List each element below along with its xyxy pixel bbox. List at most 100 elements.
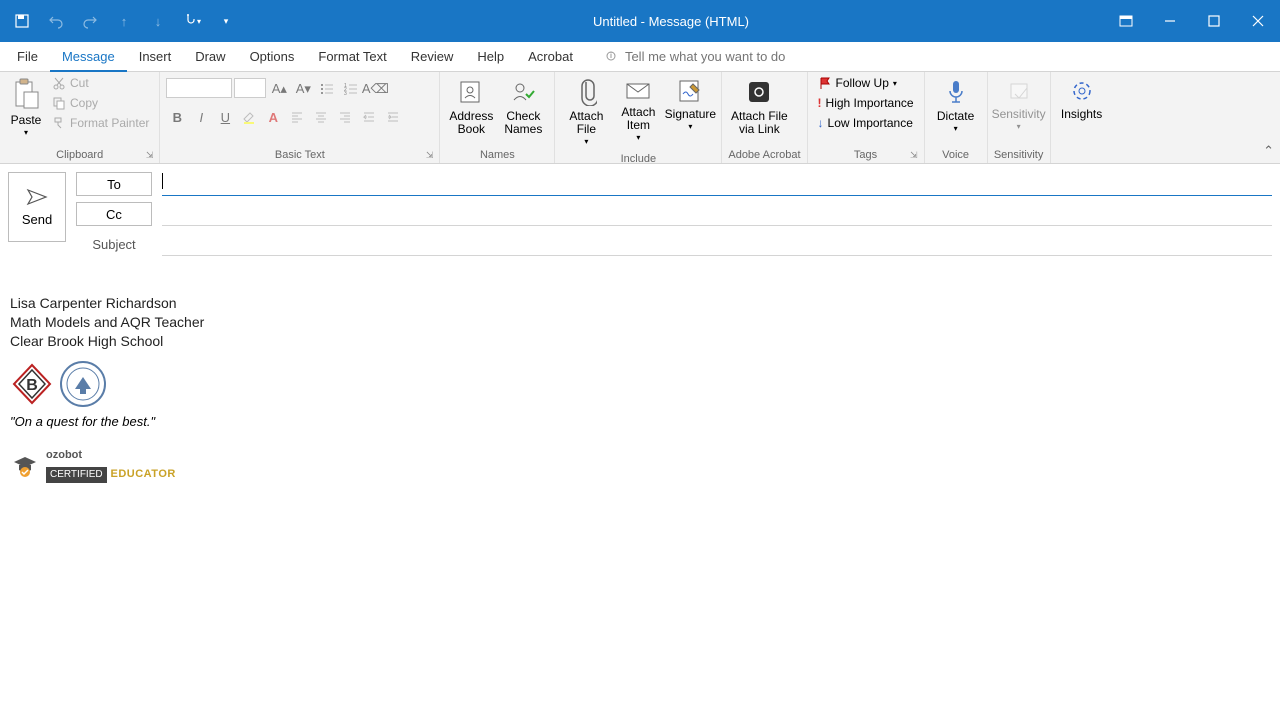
attach-via-link-button[interactable]: Attach File via Link <box>728 74 790 140</box>
bold-button[interactable]: B <box>166 106 188 128</box>
group-clipboard: Paste ▾ Cut Copy Format Painter Clipboar… <box>0 72 160 163</box>
group-insights: Insights <box>1051 72 1113 163</box>
follow-up-label: Follow Up <box>836 76 889 90</box>
tab-acrobat[interactable]: Acrobat <box>516 43 585 70</box>
copy-button[interactable]: Copy <box>48 94 153 112</box>
text-cursor-icon <box>162 173 163 189</box>
align-right-button[interactable] <box>334 106 356 128</box>
basic-text-label: Basic Text <box>275 149 325 161</box>
svg-text:B: B <box>26 377 38 394</box>
touch-mouse-button[interactable]: ▾ <box>180 9 204 33</box>
collapse-ribbon-button[interactable]: ⌃ <box>1263 143 1274 159</box>
tab-help[interactable]: Help <box>465 43 516 70</box>
font-size-select[interactable] <box>234 78 266 98</box>
minimize-button[interactable] <box>1148 7 1192 35</box>
subject-input[interactable] <box>162 232 1272 256</box>
increase-indent-button[interactable] <box>382 106 404 128</box>
font-color-button[interactable]: A <box>262 106 284 128</box>
font-name-select[interactable] <box>166 78 232 98</box>
tab-options[interactable]: Options <box>238 43 307 70</box>
paste-button[interactable]: Paste ▾ <box>6 74 46 142</box>
check-names-button[interactable]: Check Names <box>498 74 548 140</box>
signature-button[interactable]: Signature▾ <box>665 74 715 136</box>
tab-format-text[interactable]: Format Text <box>306 43 398 70</box>
high-importance-button[interactable]: ! High Importance <box>814 94 918 112</box>
down-arrow-icon[interactable]: ↓ <box>146 9 170 33</box>
signature-school: Clear Brook High School <box>10 332 1270 351</box>
tab-message[interactable]: Message <box>50 43 127 72</box>
low-importance-button[interactable]: ↓ Low Importance <box>814 114 918 132</box>
align-left-button[interactable] <box>286 106 308 128</box>
follow-up-button[interactable]: Follow Up▾ <box>814 74 918 92</box>
clipboard-launcher[interactable]: ⇲ <box>146 150 154 161</box>
format-painter-button[interactable]: Format Painter <box>48 114 153 132</box>
up-arrow-icon[interactable]: ↑ <box>112 9 136 33</box>
dictate-button[interactable]: Dictate▾ <box>931 74 981 138</box>
message-body[interactable]: Lisa Carpenter Richardson Math Models an… <box>0 264 1280 493</box>
send-button[interactable]: Send <box>8 172 66 242</box>
tell-me-search[interactable] <box>605 49 825 64</box>
tell-me-input[interactable] <box>625 49 825 64</box>
clear-formatting-button[interactable]: A⌫ <box>364 78 386 100</box>
tab-file[interactable]: File <box>5 43 50 70</box>
sensitivity-group-label: Sensitivity <box>994 147 1044 163</box>
shrink-font-button[interactable]: A▾ <box>292 78 314 100</box>
school-seal-icon <box>58 359 108 409</box>
signature-name: Lisa Carpenter Richardson <box>10 294 1270 313</box>
titlebar: ↑ ↓ ▾ ▾ Untitled - Message (HTML) <box>0 0 1280 42</box>
numbering-button[interactable]: 123 <box>340 78 362 100</box>
save-button[interactable] <box>10 9 34 33</box>
tags-launcher[interactable]: ⇲ <box>910 150 918 161</box>
attach-item-button[interactable]: Attach Item▾ <box>613 74 663 147</box>
subject-label: Subject <box>76 237 152 252</box>
align-center-button[interactable] <box>310 106 332 128</box>
adobe-label: Adobe Acrobat <box>728 147 800 163</box>
group-include: Attach File▾ Attach Item▾ Signature▾ Inc… <box>555 72 722 163</box>
to-input[interactable] <box>162 172 1272 196</box>
group-names: Address Book Check Names Names <box>440 72 555 163</box>
attach-file-label: Attach File <box>563 110 609 136</box>
tab-draw[interactable]: Draw <box>183 43 237 70</box>
sensitivity-button[interactable]: Sensitivity▾ <box>994 74 1044 136</box>
grow-font-button[interactable]: A▴ <box>268 78 290 100</box>
paste-label: Paste <box>11 114 42 127</box>
address-book-button[interactable]: Address Book <box>446 74 496 140</box>
redo-button[interactable] <box>78 9 102 33</box>
cut-button[interactable]: Cut <box>48 74 153 92</box>
highlight-button[interactable] <box>238 106 260 128</box>
cc-button[interactable]: Cc <box>76 202 152 226</box>
qat-customize-button[interactable]: ▾ <box>214 9 238 33</box>
group-basic-text: A▴ A▾ 123 A⌫ B I U A <box>160 72 440 163</box>
decrease-indent-button[interactable] <box>358 106 380 128</box>
ozobot-brand: ozobot <box>46 448 176 463</box>
ribbon-tabs: File Message Insert Draw Options Format … <box>0 42 1280 72</box>
group-voice: Dictate▾ Voice <box>925 72 988 163</box>
maximize-button[interactable] <box>1192 7 1236 35</box>
ribbon-display-button[interactable] <box>1104 7 1148 35</box>
insights-button[interactable]: Insights <box>1057 74 1107 125</box>
bullets-button[interactable] <box>316 78 338 100</box>
attach-via-link-label: Attach File via Link <box>730 110 788 136</box>
window-title: Untitled - Message (HTML) <box>238 14 1104 29</box>
group-adobe: Attach File via Link Adobe Acrobat <box>722 72 807 163</box>
school-b-logo-icon: B <box>10 362 54 406</box>
close-button[interactable] <box>1236 7 1280 35</box>
italic-button[interactable]: I <box>190 106 212 128</box>
tab-review[interactable]: Review <box>399 43 466 70</box>
underline-button[interactable]: U <box>214 106 236 128</box>
ozobot-educator: EDUCATOR <box>111 468 176 480</box>
basic-text-launcher[interactable]: ⇲ <box>426 150 434 161</box>
signature-logos: B <box>10 359 1270 409</box>
undo-button[interactable] <box>44 9 68 33</box>
attach-file-button[interactable]: Attach File▾ <box>561 74 611 151</box>
tab-insert[interactable]: Insert <box>127 43 184 70</box>
insights-label: Insights <box>1061 108 1102 121</box>
include-label: Include <box>561 151 715 167</box>
check-names-label: Check Names <box>500 110 546 136</box>
cc-input[interactable] <box>162 202 1272 226</box>
dictate-label: Dictate <box>937 110 974 123</box>
ribbon-body: Paste ▾ Cut Copy Format Painter Clipboar… <box>0 72 1280 164</box>
clipboard-group-label: Clipboard <box>56 149 103 161</box>
format-painter-label: Format Painter <box>70 116 149 130</box>
to-button[interactable]: To <box>76 172 152 196</box>
